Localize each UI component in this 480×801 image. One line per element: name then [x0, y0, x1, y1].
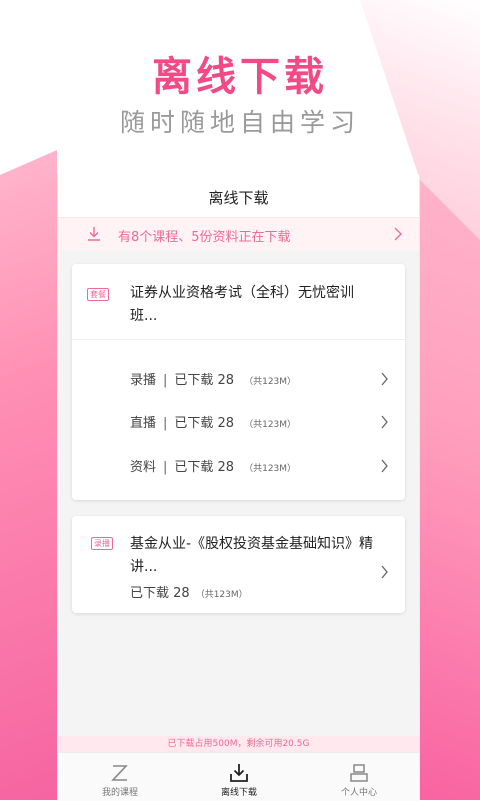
tab-offline-download[interactable]: 离线下载 [194, 753, 284, 801]
hero-title: 离线下载 [152, 54, 328, 100]
storage-info: 已下载占用500M，剩余可用20.5G [58, 736, 419, 752]
course-card-recorded[interactable]: 录播 基金从业-《股权投资基金基础知识》精讲... 已下载 28 （共123M） [72, 516, 405, 613]
tab-label: 个人中心 [340, 788, 377, 798]
row-status: 已下载 28 [174, 373, 235, 388]
chevron-right-icon [381, 565, 388, 579]
recorded-tag: 录播 [91, 537, 113, 550]
tab-label: 离线下载 [220, 788, 257, 798]
app-header: 离线下载 [58, 175, 419, 218]
download-row-live[interactable]: 直播 | 已下载 28 （共123M） [130, 412, 391, 432]
row-size: （共123M） [244, 420, 297, 430]
row-size: （共123M） [244, 377, 297, 387]
chevron-right-icon [381, 459, 388, 473]
profile-icon [350, 764, 368, 782]
row-type: 录播 [130, 373, 157, 388]
download-icon [230, 764, 248, 782]
row-type: 直播 [130, 416, 157, 431]
chevron-right-icon [381, 372, 388, 386]
download-row-materials[interactable]: 资料 | 已下载 28 （共123M） [130, 456, 391, 476]
my-courses-icon [111, 765, 128, 781]
package-tag: 套餐 [87, 288, 109, 301]
hero-subtitle: 随时随地自由学习 [119, 108, 360, 137]
chevron-right-icon [394, 227, 402, 241]
download-row-recorded[interactable]: 录播 | 已下载 28 （共123M） [130, 369, 391, 389]
page-title: 离线下载 [208, 189, 269, 207]
course-status: 已下载 28 [130, 586, 190, 601]
tab-label: 我的课程 [101, 788, 138, 798]
divider [72, 339, 405, 340]
row-type: 资料 [130, 460, 157, 475]
row-status: 已下载 28 [174, 460, 235, 475]
download-notice-bar[interactable]: 有8个课程、5份资料正在下载 [58, 218, 419, 250]
row-status: 已下载 28 [174, 416, 235, 431]
phone-screen: 离线下载 有8个课程、5份资料正在下载 套餐 证券从业资格考试（全科）无忧密训班… [57, 175, 420, 801]
bottom-tab-bar: 我的课程 离线下载 个人中心 [58, 752, 419, 801]
row-size: （共123M） [244, 464, 297, 474]
course-card-package[interactable]: 套餐 证券从业资格考试（全科）无忧密训班... 录播 | 已下载 28 （共123M）… [72, 264, 405, 500]
course-title: 证券从业资格考试（全科）无忧密训班... [130, 285, 354, 324]
chevron-right-icon [381, 415, 388, 429]
course-download-meta: 已下载 28 （共123M） [130, 582, 248, 601]
tab-profile[interactable]: 个人中心 [314, 753, 404, 801]
course-size: （共123M） [195, 590, 248, 600]
course-title: 基金从业-《股权投资基金基础知识》精讲... [130, 536, 374, 575]
tab-my-courses[interactable]: 我的课程 [75, 753, 165, 801]
download-notice-text: 有8个课程、5份资料正在下载 [118, 230, 291, 245]
download-icon [88, 227, 100, 241]
